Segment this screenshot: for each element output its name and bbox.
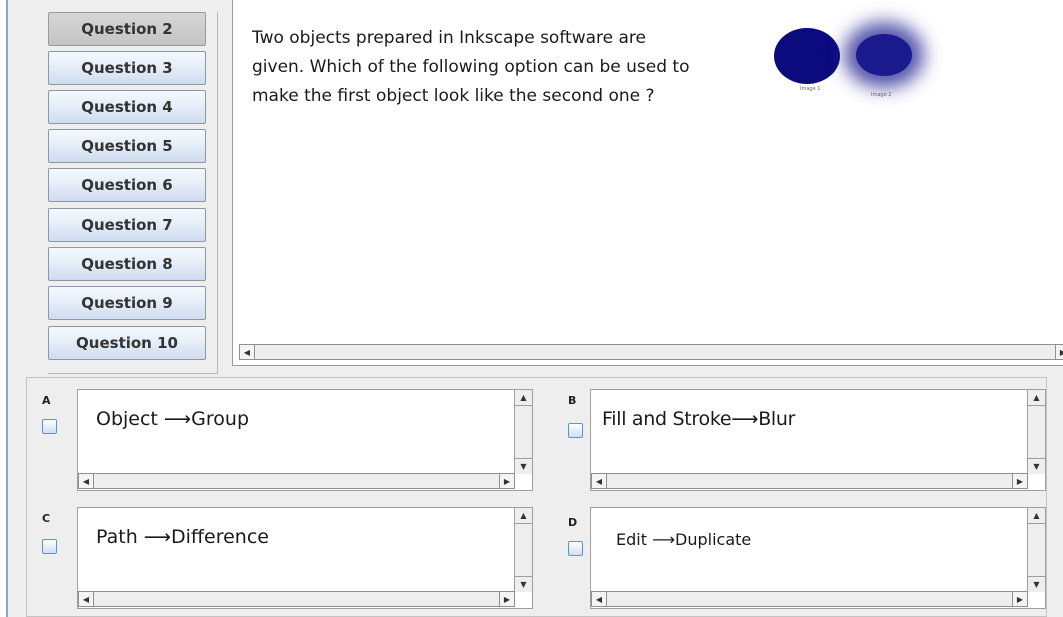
arrow-down-icon[interactable]: ▼ <box>1028 576 1045 592</box>
option-a-text: Object ⟶Group <box>96 408 250 430</box>
blurred-ellipse <box>856 34 912 76</box>
arrow-down-icon[interactable]: ▼ <box>1028 458 1045 474</box>
option-d-horizontal-scrollbar[interactable]: ◀ ▶ <box>591 591 1028 607</box>
question-text-line-1: Two objects prepared in Inkscape softwar… <box>252 28 646 48</box>
question-text-line-3: make the first object look like the seco… <box>252 85 655 106</box>
image-1-caption: Image 1 <box>800 86 821 92</box>
answer-options-panel: A Object ⟶Group ▲ ▼ ◀ ▶ B Fill and Strok… <box>26 377 1047 617</box>
arrow-left-icon[interactable]: ◀ <box>79 592 94 606</box>
option-b-horizontal-scrollbar[interactable]: ◀ ▶ <box>591 473 1028 489</box>
option-c-letter: C <box>42 512 51 525</box>
option-c-text: Path ⟶Difference <box>96 526 269 548</box>
question-panel: Two objects prepared in Inkscape softwar… <box>232 0 1063 366</box>
image-2-blurred-ellipse <box>845 22 923 88</box>
arrow-left-icon[interactable]: ◀ <box>79 474 94 488</box>
option-b-textbox[interactable]: Fill and Stroke⟶Blur ▲ ▼ ◀ ▶ <box>590 389 1046 491</box>
option-b-checkbox[interactable] <box>568 423 583 438</box>
question-10-button[interactable]: Question 10 <box>48 326 206 360</box>
arrow-right-icon[interactable]: ▶ <box>499 592 514 606</box>
image-2-caption: Image 2 <box>871 92 892 98</box>
arrow-right-icon[interactable]: ▶ <box>499 474 514 488</box>
option-c-vertical-scrollbar[interactable]: ▲ ▼ <box>514 508 532 592</box>
arrow-left-icon[interactable]: ◀ <box>592 474 607 488</box>
option-d-checkbox[interactable] <box>568 541 583 556</box>
question-2-button[interactable]: Question 2 <box>48 12 206 46</box>
option-b-letter: B <box>568 394 577 407</box>
arrow-down-icon[interactable]: ▼ <box>515 458 532 474</box>
option-c-checkbox[interactable] <box>42 539 57 554</box>
arrow-left-icon[interactable]: ◀ <box>592 592 607 606</box>
question-6-button[interactable]: Question 6 <box>48 168 206 202</box>
arrow-up-icon[interactable]: ▲ <box>1028 390 1045 406</box>
option-a-horizontal-scrollbar[interactable]: ◀ ▶ <box>78 473 515 489</box>
arrow-up-icon[interactable]: ▲ <box>515 508 532 524</box>
arrow-right-icon[interactable]: ▶ <box>1012 592 1027 606</box>
option-d-text: Edit ⟶Duplicate <box>616 530 752 549</box>
window-border <box>0 0 8 617</box>
option-c-horizontal-scrollbar[interactable]: ◀ ▶ <box>78 591 515 607</box>
question-7-button[interactable]: Question 7 <box>48 208 206 242</box>
question-navigation: Question 2 Question 3 Question 4 Questio… <box>48 12 218 374</box>
arrow-left-icon[interactable]: ◀ <box>240 345 255 359</box>
option-b-vertical-scrollbar[interactable]: ▲ ▼ <box>1027 390 1045 474</box>
question-horizontal-scrollbar[interactable]: ◀ ▶ <box>239 344 1063 360</box>
image-1-solid-ellipse <box>774 28 840 84</box>
arrow-right-icon[interactable]: ▶ <box>1012 474 1027 488</box>
option-d-vertical-scrollbar[interactable]: ▲ ▼ <box>1027 508 1045 592</box>
option-a-textbox[interactable]: Object ⟶Group ▲ ▼ ◀ ▶ <box>77 389 533 491</box>
question-3-button[interactable]: Question 3 <box>48 51 206 85</box>
arrow-down-icon[interactable]: ▼ <box>515 576 532 592</box>
arrow-right-icon[interactable]: ▶ <box>1055 345 1063 359</box>
option-d-letter: D <box>568 516 578 529</box>
option-a-checkbox[interactable] <box>42 419 57 434</box>
question-text: Two objects prepared in Inkscape softwar… <box>252 24 772 111</box>
question-text-line-2: given. Which of the following option can… <box>252 56 690 77</box>
question-area: Question 2 Question 3 Question 4 Questio… <box>12 0 1063 374</box>
question-9-button[interactable]: Question 9 <box>48 286 206 320</box>
option-d-textbox[interactable]: Edit ⟶Duplicate ▲ ▼ ◀ ▶ <box>590 507 1046 609</box>
question-5-button[interactable]: Question 5 <box>48 129 206 163</box>
option-b-text: Fill and Stroke⟶Blur <box>602 408 796 430</box>
arrow-up-icon[interactable]: ▲ <box>1028 508 1045 524</box>
question-8-button[interactable]: Question 8 <box>48 247 206 281</box>
question-4-button[interactable]: Question 4 <box>48 90 206 124</box>
option-a-letter: A <box>42 394 51 407</box>
arrow-up-icon[interactable]: ▲ <box>515 390 532 406</box>
option-a-vertical-scrollbar[interactable]: ▲ ▼ <box>514 390 532 474</box>
option-c-textbox[interactable]: Path ⟶Difference ▲ ▼ ◀ ▶ <box>77 507 533 609</box>
quiz-window: Question 2 Question 3 Question 4 Questio… <box>0 0 1063 617</box>
